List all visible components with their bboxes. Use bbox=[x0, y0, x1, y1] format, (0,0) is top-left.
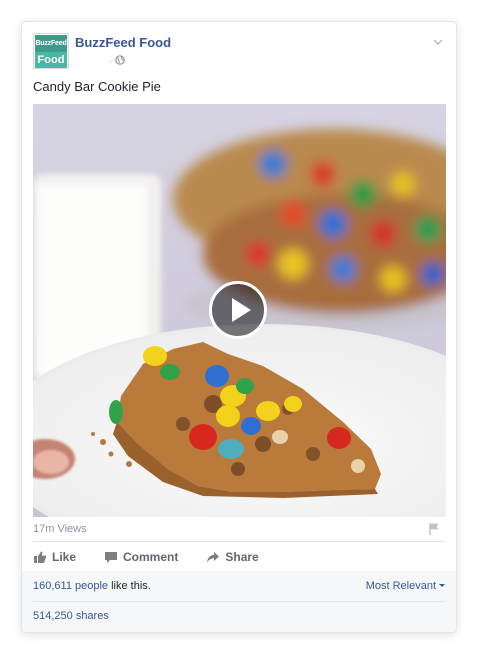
views-row: 17m Views bbox=[33, 521, 445, 539]
post-card: BuzzFeed Food BuzzFeed Food · Candy Bar … bbox=[22, 22, 456, 632]
comment-button[interactable]: Comment bbox=[104, 546, 178, 568]
share-button[interactable]: Share bbox=[206, 546, 259, 568]
logo-top-text: BuzzFeed bbox=[35, 35, 67, 52]
action-bar: Like Comment Share bbox=[33, 546, 287, 568]
logo-bottom-text: Food bbox=[35, 52, 67, 68]
share-icon bbox=[206, 550, 220, 564]
shares-link[interactable]: 514,250 shares bbox=[33, 610, 109, 622]
sort-dropdown[interactable]: Most Relevant bbox=[366, 580, 445, 592]
post-footer: 160,611 people like this. Most Relevant … bbox=[22, 571, 456, 632]
like-button[interactable]: Like bbox=[33, 546, 76, 568]
likes-count-link[interactable]: 160,611 people bbox=[33, 580, 108, 592]
footer-divider bbox=[33, 601, 445, 602]
post-meta: · bbox=[109, 55, 125, 67]
meta-separator: · bbox=[109, 56, 112, 66]
share-label: Share bbox=[225, 550, 259, 564]
divider bbox=[33, 541, 445, 542]
sort-label: Most Relevant bbox=[365, 580, 436, 592]
post-header: BuzzFeed Food BuzzFeed Food · bbox=[33, 33, 445, 71]
likes-suffix: like this. bbox=[108, 580, 151, 592]
likes-summary: 160,611 people like this. bbox=[33, 580, 151, 592]
likes-row: 160,611 people like this. Most Relevant bbox=[33, 571, 445, 601]
like-label: Like bbox=[52, 550, 77, 564]
play-icon bbox=[232, 298, 251, 322]
page-name-link[interactable]: BuzzFeed Food bbox=[75, 35, 171, 50]
video-player[interactable] bbox=[33, 104, 446, 517]
thumbs-up-icon bbox=[33, 550, 47, 564]
comment-label: Comment bbox=[123, 550, 179, 564]
play-button[interactable] bbox=[209, 281, 267, 339]
flag-icon[interactable] bbox=[427, 522, 441, 536]
post-text: Candy Bar Cookie Pie bbox=[33, 79, 161, 94]
page-avatar[interactable]: BuzzFeed Food bbox=[33, 33, 69, 69]
view-count: 17m Views bbox=[33, 523, 87, 535]
comment-icon bbox=[104, 550, 118, 564]
chevron-down-icon[interactable] bbox=[431, 35, 445, 49]
caret-down-icon bbox=[439, 584, 445, 587]
globe-icon bbox=[115, 52, 125, 70]
